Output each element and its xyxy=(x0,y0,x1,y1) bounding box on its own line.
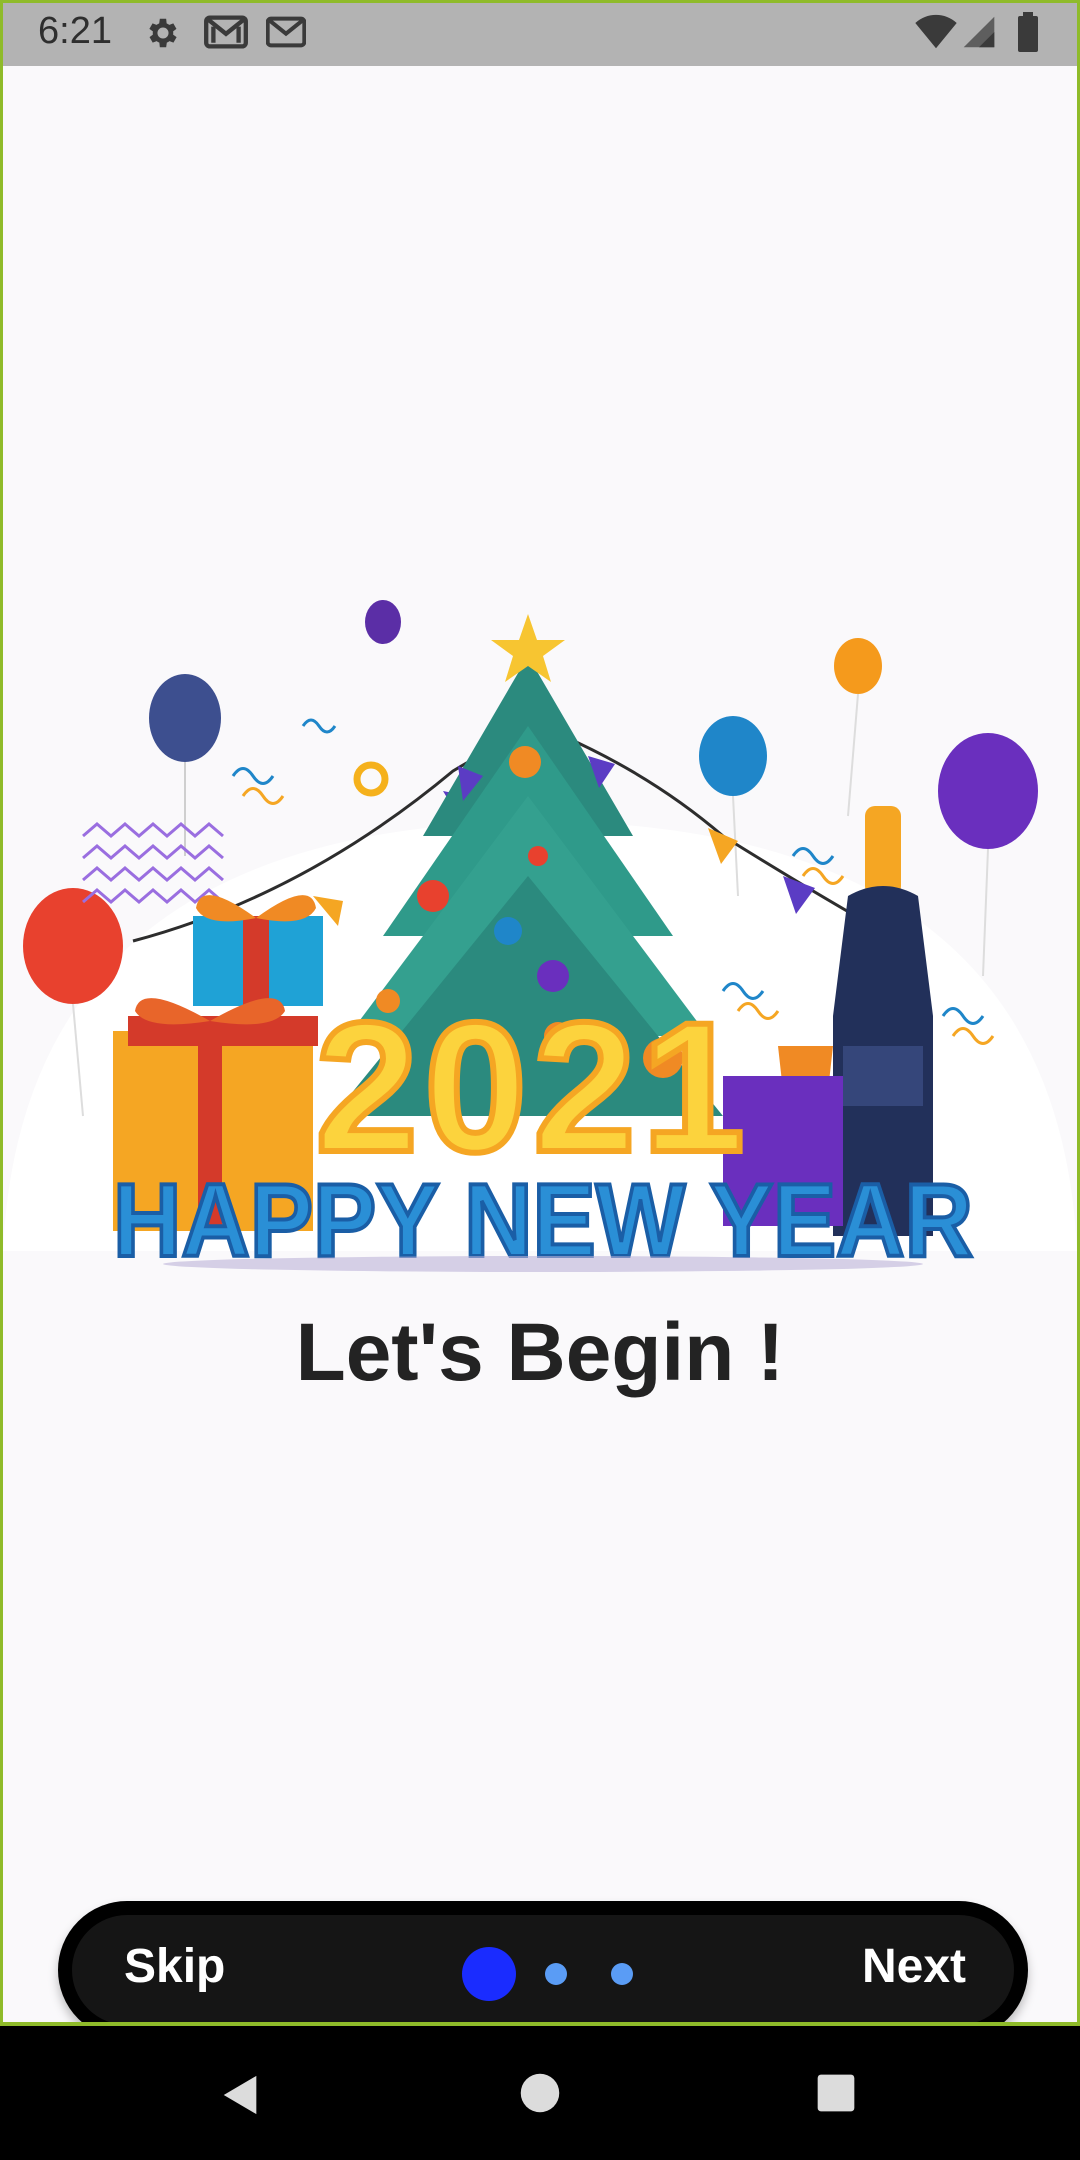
status-time: 6:21 xyxy=(38,10,112,52)
gear-icon xyxy=(149,18,177,48)
balloon-icon xyxy=(834,638,882,817)
recents-icon[interactable] xyxy=(816,2073,856,2113)
battery-icon xyxy=(1018,12,1038,52)
balloon-icon xyxy=(365,600,401,644)
gmail-icon xyxy=(266,16,306,48)
gmail-icon xyxy=(204,15,248,49)
balloon-icon xyxy=(938,733,1038,977)
wifi-icon xyxy=(915,14,957,49)
status-bar: 6:21 xyxy=(0,0,1080,66)
page-indicator-dot[interactable] xyxy=(611,1963,633,1985)
happy-new-year-illustration: 2021 HAPPY NEW YEAR xyxy=(3,600,1077,1276)
page-indicator-dot-active[interactable] xyxy=(462,1947,516,2001)
skip-button[interactable]: Skip xyxy=(124,1939,225,1994)
back-icon[interactable] xyxy=(218,2072,264,2118)
home-icon[interactable] xyxy=(519,2072,561,2114)
page-title: Let's Begin ! xyxy=(295,1307,785,1398)
onboarding-screen: 2021 HAPPY NEW YEAR Let's Begin ! Skip N… xyxy=(3,66,1077,2039)
signal-icon xyxy=(963,16,995,48)
onboarding-nav-bar: Skip Next xyxy=(58,1901,1028,2039)
year-2021-text: 2021 xyxy=(315,985,751,1191)
page-indicator-dot[interactable] xyxy=(545,1963,567,1985)
next-button[interactable]: Next xyxy=(862,1939,966,1994)
system-navigation-bar xyxy=(0,2026,1080,2160)
